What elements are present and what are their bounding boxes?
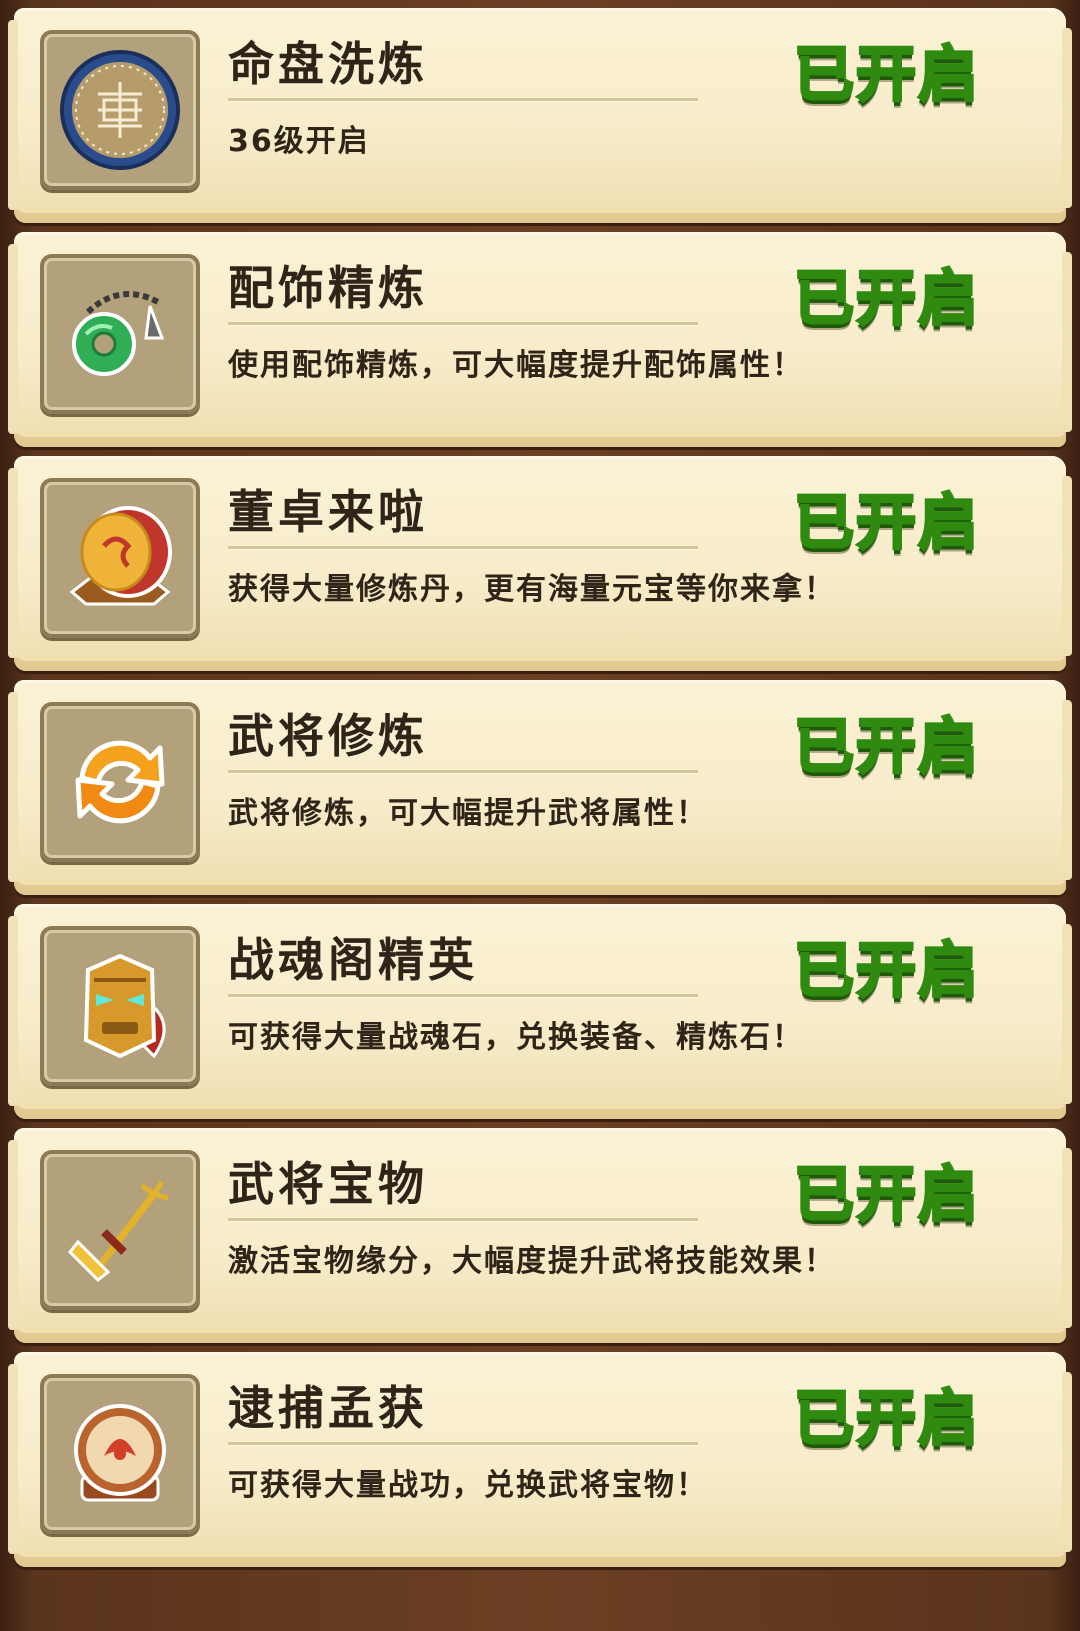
trident-bell-icon xyxy=(67,1180,169,1283)
feature-title: 逮捕孟获 xyxy=(228,1381,428,1435)
feature-title: 配饰精炼 xyxy=(228,261,428,315)
icon-frame xyxy=(40,478,200,638)
icon-frame xyxy=(40,30,200,190)
feature-card-general-training[interactable]: 武将修炼 武将修炼，可大幅提升武将属性！ 已开启 xyxy=(14,680,1066,895)
icon-frame xyxy=(40,1374,200,1534)
screen: { "features": [ {"title":"命盘洗炼","desc":"… xyxy=(0,0,1080,1631)
icon-frame xyxy=(40,1150,200,1310)
feature-desc: 激活宝物缘分，大幅度提升武将技能效果！ xyxy=(228,1244,836,1279)
feature-card-war-soul-elite[interactable]: 战魂阁精英 可获得大量战魂石，兑换装备、精炼石！ 已开启 xyxy=(14,904,1066,1119)
feature-card-arrest-menghuo[interactable]: 逮捕孟获 可获得大量战功，兑换武将宝物！ 已开启 xyxy=(14,1352,1066,1567)
feature-title: 命盘洗炼 xyxy=(228,37,428,91)
feature-desc: 36级开启 xyxy=(228,124,370,159)
status-badge: 已开启 xyxy=(793,711,980,784)
status-badge: 已开启 xyxy=(793,39,980,112)
feature-title: 武将宝物 xyxy=(228,1157,428,1211)
war-drum-icon xyxy=(69,506,172,606)
feature-title: 董卓来啦 xyxy=(228,485,428,539)
icon-frame xyxy=(40,254,200,414)
divider xyxy=(228,994,698,997)
star-disk-icon xyxy=(60,50,180,170)
refresh-arrows-icon xyxy=(75,740,165,824)
feature-card-general-treasure[interactable]: 武将宝物 激活宝物缘分，大幅度提升武将技能效果！ 已开启 xyxy=(14,1128,1066,1343)
golden-mask-icon xyxy=(83,953,166,1059)
status-badge: 已开启 xyxy=(793,1383,980,1456)
feature-title: 战魂阁精英 xyxy=(228,933,478,987)
divider xyxy=(228,1442,698,1445)
divider xyxy=(228,546,698,549)
feature-desc: 使用配饰精炼，可大幅度提升配饰属性！ xyxy=(228,348,804,383)
divider xyxy=(228,1218,698,1221)
jade-pendant-icon xyxy=(72,291,165,376)
feature-desc: 可获得大量战功，兑换武将宝物！ xyxy=(228,1468,708,1503)
divider xyxy=(228,322,698,325)
divider xyxy=(228,770,698,773)
status-badge: 已开启 xyxy=(793,1159,980,1232)
feature-card-accessory-refine[interactable]: 配饰精炼 使用配饰精炼，可大幅度提升配饰属性！ 已开启 xyxy=(14,232,1066,447)
status-badge: 已开启 xyxy=(793,263,980,336)
icon-frame xyxy=(40,702,200,862)
feature-card-dongzhuo[interactable]: 董卓来啦 获得大量修炼丹，更有海量元宝等你来拿！ 已开启 xyxy=(14,456,1066,671)
feature-desc: 武将修炼，可大幅提升武将属性！ xyxy=(228,796,708,831)
feature-desc: 可获得大量战魂石，兑换装备、精炼石！ xyxy=(228,1020,804,1055)
feature-list: 命盘洗炼 36级开启 已开启 配饰精炼 使用配饰精炼，可大幅度提升配饰属性！ 已… xyxy=(0,0,1080,1631)
divider xyxy=(228,98,698,101)
status-badge: 已开启 xyxy=(793,935,980,1008)
feature-title: 武将修炼 xyxy=(228,709,428,763)
tribal-drum-icon xyxy=(74,1404,166,1502)
status-badge: 已开启 xyxy=(793,487,980,560)
feature-desc: 获得大量修炼丹，更有海量元宝等你来拿！ xyxy=(228,572,836,607)
feature-card-mingpan[interactable]: 命盘洗炼 36级开启 已开启 xyxy=(14,8,1066,223)
icon-frame xyxy=(40,926,200,1086)
